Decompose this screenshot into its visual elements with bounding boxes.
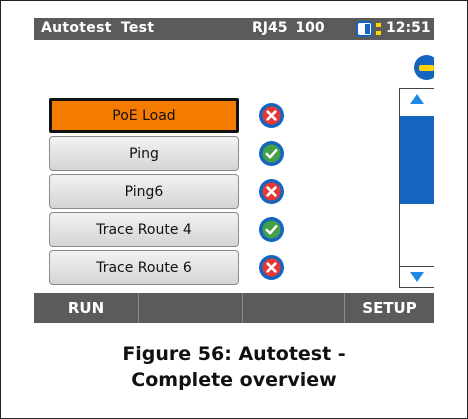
screen-title: Autotest Test bbox=[41, 20, 155, 36]
figure-caption: Figure 56: Autotest - Complete overview bbox=[1, 341, 467, 393]
fail-x-icon bbox=[259, 103, 284, 128]
minus-icon bbox=[419, 64, 434, 71]
test-button[interactable]: Ping6 bbox=[49, 174, 239, 209]
test-button[interactable]: Trace Route 4 bbox=[49, 212, 239, 247]
softkey-3[interactable] bbox=[242, 293, 344, 323]
scroll-up-button[interactable] bbox=[400, 89, 434, 109]
fail-x-icon bbox=[259, 255, 284, 280]
device-screen: Autotest Test RJ45 100 12:51 PoE Load Pin… bbox=[34, 18, 434, 323]
setup-softkey[interactable]: SETUP bbox=[344, 293, 434, 323]
arrow-up-icon bbox=[410, 94, 424, 104]
run-softkey[interactable]: RUN bbox=[34, 293, 138, 323]
link-status: RJ45 100 bbox=[252, 20, 325, 36]
scroll-down-button[interactable] bbox=[400, 266, 434, 287]
caption-line-1: Figure 56: Autotest - bbox=[122, 343, 346, 365]
title-bar: Autotest Test RJ45 100 12:51 bbox=[34, 18, 434, 40]
arrow-down-icon bbox=[410, 272, 424, 282]
softkey-2[interactable] bbox=[138, 293, 242, 323]
test-button[interactable]: PoE Load bbox=[49, 98, 239, 133]
scroll-thumb[interactable] bbox=[400, 116, 434, 204]
scrollbar[interactable] bbox=[399, 88, 434, 288]
caption-line-2: Complete overview bbox=[131, 369, 337, 391]
clock: 12:51 bbox=[386, 20, 431, 36]
document-page: Autotest Test RJ45 100 12:51 PoE Load Pin… bbox=[0, 0, 468, 419]
battery-icon bbox=[356, 21, 384, 37]
collapse-button[interactable] bbox=[414, 55, 434, 80]
test-button[interactable]: Ping bbox=[49, 136, 239, 171]
softkey-bar: RUN SETUP bbox=[34, 293, 434, 323]
fail-x-icon bbox=[259, 179, 284, 204]
pass-check-icon bbox=[259, 141, 284, 166]
test-button[interactable]: Trace Route 6 bbox=[49, 250, 239, 285]
pass-check-icon bbox=[259, 217, 284, 242]
